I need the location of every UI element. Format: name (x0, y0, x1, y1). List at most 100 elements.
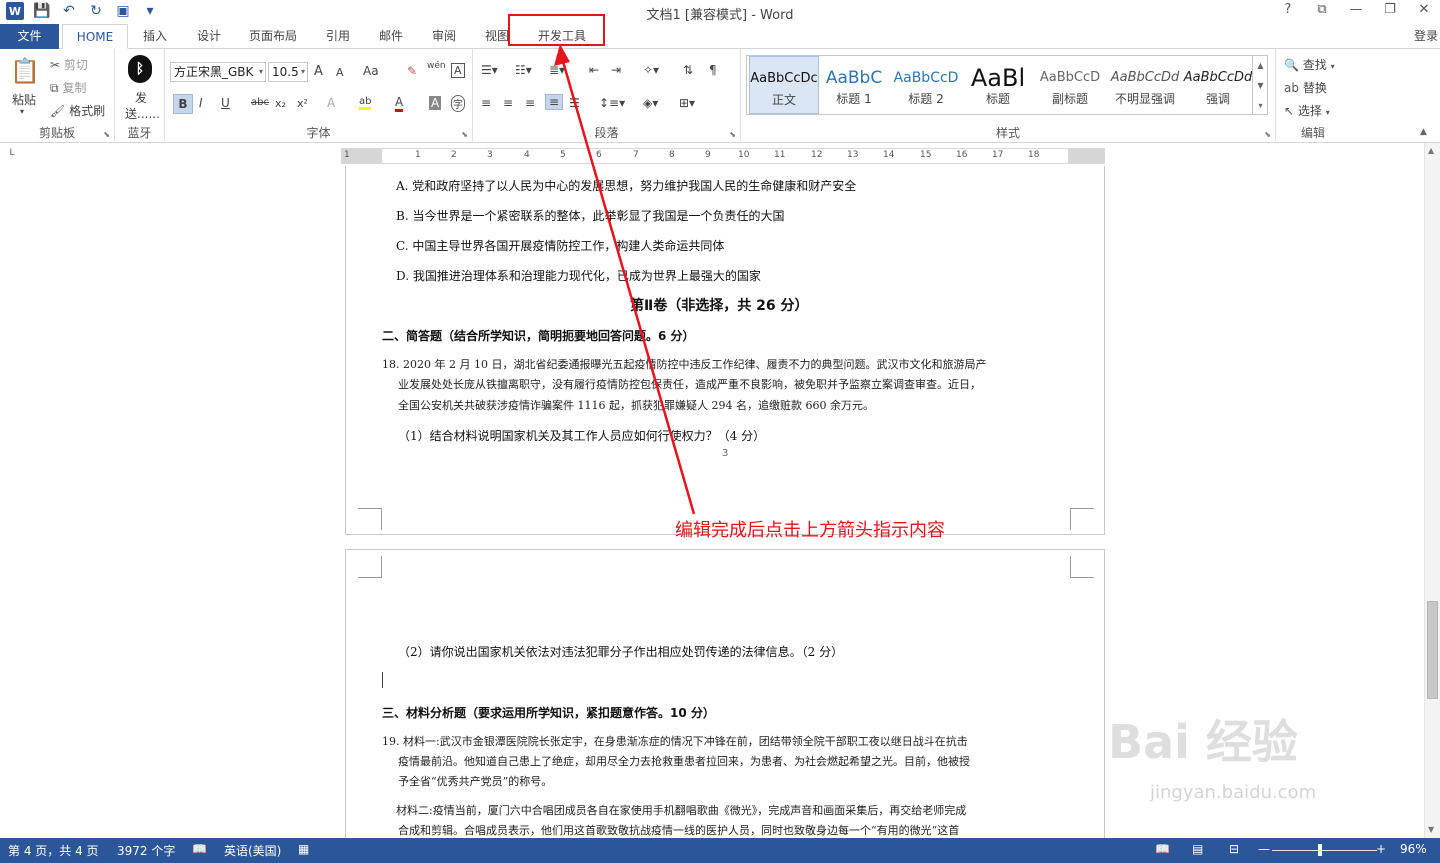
style-subtle-emphasis[interactable]: AaBbCcDd 不明显强调 (1107, 56, 1183, 114)
tab-layout[interactable]: 页面布局 (246, 24, 300, 49)
tab-selector[interactable]: L (2, 148, 22, 164)
enclose-char-button[interactable]: 字 (451, 95, 465, 112)
sort-icon[interactable]: ⇅ (683, 63, 693, 77)
select-button[interactable]: ↖ 选择 ▾ (1284, 102, 1330, 119)
page-count[interactable]: 第 4 页，共 4 页 (8, 842, 99, 859)
close-button[interactable]: ✕ (1414, 2, 1434, 17)
superscript-button[interactable]: x² (297, 97, 308, 110)
chinese-layout-icon[interactable]: ✧▾ (643, 63, 659, 77)
font-name-combo[interactable]: 方正宋黑_GBK ▾ (170, 62, 266, 82)
subscript-button[interactable]: x₂ (275, 97, 286, 110)
increase-indent-icon[interactable]: ⇥ (611, 63, 621, 77)
bluetooth-icon[interactable]: ᛒ (128, 55, 152, 83)
styles-scroll[interactable]: ▲ ▼ ▾ (1252, 55, 1268, 115)
macro-record-icon[interactable]: ▦ (298, 842, 309, 856)
line-spacing-icon[interactable]: ↕≡▾ (599, 96, 625, 110)
undo-icon[interactable]: ↶ (60, 2, 78, 20)
web-layout-icon[interactable]: ⊟ (1229, 842, 1239, 856)
tab-mailings[interactable]: 邮件 (376, 24, 406, 49)
justify-icon[interactable]: ≡ (545, 94, 564, 110)
document-page[interactable]: A. 党和政府坚持了以人民为中心的发展思想，努力维护我国人民的生命健康和财产安全… (345, 166, 1105, 535)
styles-more-icon[interactable]: ▾ (1258, 101, 1262, 110)
document-page[interactable]: （2）请你说出国家机关依法对违法犯罪分子作出相应处罚传递的法律信息。（2 分） … (345, 549, 1105, 849)
zoom-out-button[interactable]: — (1258, 842, 1270, 856)
strikethrough-button[interactable]: abc (251, 97, 269, 108)
underline-button[interactable]: U (221, 96, 230, 110)
numbering-icon[interactable]: ☷▾ (515, 63, 532, 77)
restore-button[interactable]: ❐ (1380, 2, 1400, 17)
tab-design[interactable]: 设计 (194, 24, 224, 49)
paragraph-launcher-icon[interactable]: ⬊ (729, 130, 736, 139)
shading-icon[interactable]: ◈▾ (643, 96, 658, 110)
font-launcher-icon[interactable]: ⬊ (461, 130, 468, 139)
touch-mode-icon[interactable]: ▣ (114, 2, 132, 20)
tab-insert[interactable]: 插入 (140, 24, 170, 49)
tab-references[interactable]: 引用 (323, 24, 353, 49)
clipboard-launcher-icon[interactable]: ⬊ (103, 130, 110, 139)
scroll-up-icon[interactable]: ▲ (1428, 146, 1434, 155)
proofing-icon[interactable]: 📖 (192, 842, 207, 856)
scroll-down-icon[interactable]: ▼ (1428, 825, 1434, 834)
decrease-indent-icon[interactable]: ⇤ (589, 63, 599, 77)
align-left-icon[interactable]: ≡ (481, 96, 491, 110)
borders-icon[interactable]: ⊞▾ (679, 96, 695, 110)
scroll-thumb[interactable] (1427, 601, 1438, 699)
copy-button[interactable]: ⧉ 复制 (50, 79, 86, 96)
print-layout-icon[interactable]: ▤ (1192, 842, 1203, 856)
clear-format-button[interactable]: ✎ (407, 64, 417, 78)
bluetooth-send-line2[interactable]: 送...... (125, 105, 160, 122)
login-link[interactable]: 登录 (1414, 27, 1438, 44)
style-heading1[interactable]: AaBbC 标题 1 (819, 56, 889, 114)
paste-dropdown-icon[interactable]: ▾ (20, 107, 24, 116)
font-name-dropdown-icon[interactable]: ▾ (259, 63, 263, 81)
cut-button[interactable]: ✂ 剪切 (50, 56, 88, 73)
text-effects-button[interactable]: A (327, 96, 335, 110)
tab-review[interactable]: 审阅 (429, 24, 459, 49)
read-mode-icon[interactable]: 📖 (1155, 842, 1170, 856)
style-heading2[interactable]: AaBbCcD 标题 2 (891, 56, 961, 114)
change-case-button[interactable]: Aa (363, 64, 379, 78)
style-emphasis[interactable]: AaBbCcDd 强调 (1183, 56, 1253, 114)
align-right-icon[interactable]: ≡ (525, 96, 535, 110)
format-painter-button[interactable]: 🖌 格式刷 (50, 102, 105, 119)
grow-font-button[interactable]: A (314, 64, 323, 79)
zoom-in-button[interactable]: + (1376, 842, 1386, 856)
redo-icon[interactable]: ↻ (87, 2, 105, 20)
multilevel-list-icon[interactable]: ≣▾ (549, 63, 565, 77)
font-color-button[interactable]: A (395, 95, 404, 112)
style-title[interactable]: AaBl 标题 (963, 56, 1033, 114)
replace-button[interactable]: ab 替换 (1284, 79, 1327, 96)
styles-up-icon[interactable]: ▲ (1257, 61, 1263, 70)
character-border-button[interactable]: A (451, 63, 465, 78)
zoom-slider-track[interactable] (1272, 850, 1377, 851)
zoom-slider-thumb[interactable] (1318, 844, 1322, 856)
word-count[interactable]: 3972 个字 (117, 842, 175, 859)
customize-qat-icon[interactable]: ▾ (141, 2, 159, 20)
distributed-icon[interactable]: ☰ (569, 96, 580, 110)
paste-button[interactable]: 粘贴 (12, 91, 36, 108)
style-normal[interactable]: AaBbCcDc 正文 (749, 56, 819, 114)
show-marks-icon[interactable]: ¶ (709, 63, 717, 77)
phonetic-guide-button[interactable]: wén (427, 61, 446, 71)
tab-home[interactable]: HOME (62, 24, 128, 49)
align-center-icon[interactable]: ≡ (503, 96, 513, 110)
bold-button[interactable]: B (173, 94, 193, 114)
bluetooth-send-line1[interactable]: 发 (135, 89, 147, 106)
help-button[interactable]: ? (1278, 2, 1298, 17)
styles-down-icon[interactable]: ▼ (1257, 81, 1263, 90)
char-shading-button[interactable]: A (429, 96, 442, 110)
tab-file[interactable]: 文件 (0, 24, 59, 49)
highlight-button[interactable]: ab (359, 96, 372, 110)
styles-launcher-icon[interactable]: ⬊ (1264, 130, 1271, 139)
font-size-combo[interactable]: 10.5 ▾ (268, 62, 308, 82)
collapse-ribbon-icon[interactable]: ▲ (1420, 127, 1427, 137)
minimize-button[interactable]: — (1346, 2, 1366, 17)
bullets-icon[interactable]: ☰▾ (481, 63, 498, 77)
font-size-dropdown-icon[interactable]: ▾ (301, 63, 305, 81)
horizontal-ruler[interactable]: 1 1 2 3 4 5 6 7 8 9 10 11 12 13 14 15 16… (341, 148, 1105, 164)
shrink-font-button[interactable]: A (336, 66, 344, 79)
ribbon-display-button[interactable]: ⧉ (1312, 2, 1332, 17)
zoom-level[interactable]: 96% (1400, 842, 1427, 856)
style-subtitle[interactable]: AaBbCcD 副标题 (1035, 56, 1105, 114)
save-icon[interactable]: 💾 (33, 2, 51, 20)
